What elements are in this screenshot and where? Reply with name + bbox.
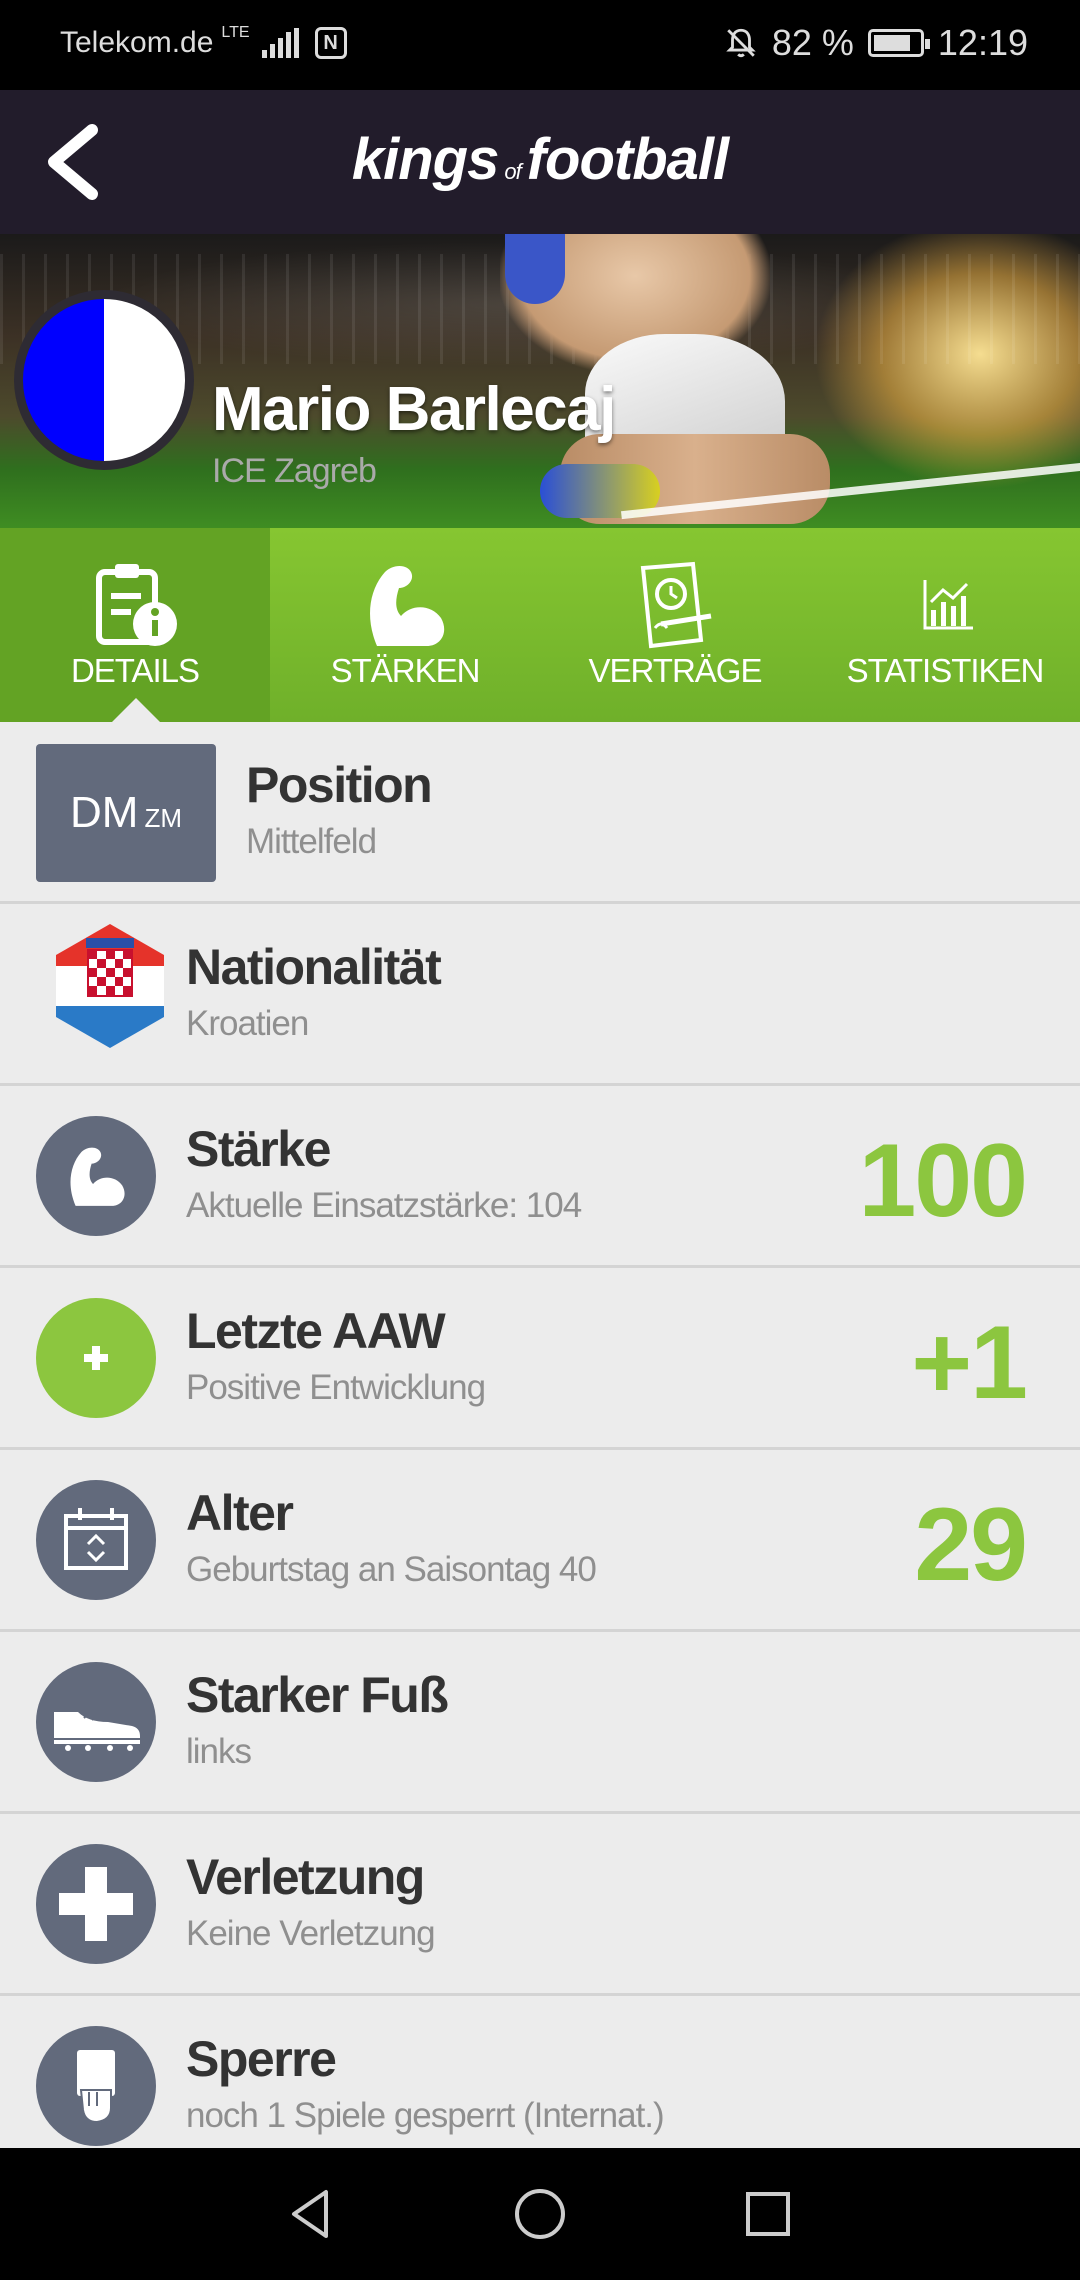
croatia-flag-icon [56, 924, 164, 1048]
list-item-age[interactable]: Alter Geburtstag an Saisontag 40 29 [0, 1450, 1080, 1632]
calendar-icon [64, 1508, 128, 1570]
battery-percent: 82 % [771, 22, 854, 63]
foot-sub: links [186, 1732, 252, 1771]
age-value: 29 [914, 1487, 1028, 1603]
aaw-sub: Positive Entwicklung [186, 1368, 486, 1407]
carrier-name: Telekom.de [60, 26, 214, 59]
tab-vertraege-label: VERTRÄGE [588, 652, 763, 689]
list-item-strength[interactable]: Stärke Aktuelle Einsatzstärke: 104 100 [0, 1086, 1080, 1268]
circle-home-icon [515, 2189, 565, 2239]
suspension-sub: noch 1 Spiele gesperrt (Internat.) [186, 2096, 665, 2135]
red-card-hand-icon [77, 2050, 115, 2124]
strength-sub: Aktuelle Einsatzstärke: 104 [186, 1186, 582, 1225]
medical-cross-icon [59, 1867, 133, 1941]
aaw-title: Letzte AAW [186, 1303, 446, 1359]
player-club[interactable]: ICE Zagreb [212, 452, 377, 491]
contract-clock-icon [640, 561, 712, 649]
clock: 12:19 [937, 22, 1028, 63]
aaw-value: +1 [911, 1305, 1028, 1421]
position-main: DM [70, 788, 139, 837]
player-name: Mario Barlecaj [212, 375, 616, 444]
tab-staerken[interactable]: STÄRKEN [270, 528, 540, 722]
app-bar: kings of football [0, 90, 1080, 234]
logo-football: football [526, 127, 729, 192]
strength-value: 100 [858, 1123, 1028, 1239]
aaw-icon-circle [36, 1298, 156, 1418]
square-recents-icon [746, 2192, 790, 2236]
list-item-position[interactable]: DM ZM Position Mittelfeld [0, 722, 1080, 904]
position-badge: DM ZM [36, 744, 216, 882]
tab-statistiken-label: STATISTIKEN [846, 652, 1045, 689]
age-icon-circle [36, 1480, 156, 1600]
status-bar: Telekom.de LTE N 82 % 12:19 [0, 0, 1080, 90]
age-sub: Geburtstag an Saisontag 40 [186, 1550, 597, 1589]
club-badge [14, 290, 194, 470]
age-title: Alter [186, 1485, 294, 1541]
logo-of: of [504, 159, 521, 184]
system-nav-bar [0, 2148, 1080, 2280]
list-item-strong-foot[interactable]: Starker Fuß links [0, 1632, 1080, 1814]
nationality-sub: Kroatien [186, 1004, 309, 1043]
active-tab-pointer [112, 698, 160, 722]
list-item-suspension[interactable]: Sperre noch 1 Spiele gesperrt (Internat.… [0, 1996, 1080, 2148]
foot-title: Starker Fuß [186, 1667, 449, 1723]
player-photo-arm [505, 234, 565, 304]
nav-back-button[interactable] [280, 2182, 344, 2246]
suspension-title: Sperre [186, 2031, 337, 2087]
status-right: 82 % 12:19 [724, 22, 1028, 64]
position-sub: Mittelfeld [246, 822, 377, 861]
list-item-nationality[interactable]: Nationalität Kroatien [0, 904, 1080, 1086]
tab-staerken-label: STÄRKEN [330, 652, 481, 689]
status-left: Telekom.de LTE N [60, 24, 347, 60]
tab-details[interactable]: DETAILS [0, 528, 270, 722]
shoe-icon [54, 1711, 140, 1751]
injury-title: Verletzung [186, 1849, 425, 1905]
triangle-back-icon [292, 2190, 328, 2238]
signal-icon [261, 28, 299, 58]
list-item-last-aaw[interactable]: Letzte AAW Positive Entwicklung +1 [0, 1268, 1080, 1450]
battery-icon [867, 29, 930, 57]
suspension-icon-circle [36, 2026, 156, 2146]
bar-chart-icon [923, 580, 973, 630]
tab-details-label: DETAILS [70, 652, 200, 689]
nfc-icon: N [314, 27, 347, 59]
bicep-icon [370, 566, 445, 646]
foot-icon-circle [36, 1662, 156, 1782]
tab-bar: DETAILS STÄRKEN VERTRÄGE STATISTIKEN [0, 528, 1080, 722]
bicep-icon [70, 1147, 125, 1206]
nav-home-button[interactable] [508, 2182, 572, 2246]
mute-bell-icon [726, 28, 756, 58]
injury-icon-circle [36, 1844, 156, 1964]
strength-icon-circle [36, 1116, 156, 1236]
nationality-title: Nationalität [186, 939, 442, 995]
details-list: DM ZM Position Mittelfeld Nationalität K… [0, 722, 1080, 2148]
nav-recents-button[interactable] [736, 2182, 800, 2246]
list-item-injury[interactable]: Verletzung Keine Verletzung [0, 1814, 1080, 1996]
position-secondary: ZM [144, 802, 182, 833]
clipboard-info-icon [96, 564, 177, 646]
injury-sub: Keine Verletzung [186, 1914, 436, 1953]
plus-icon [84, 1346, 108, 1370]
network-type: LTE [221, 24, 250, 41]
position-title: Position [246, 757, 433, 813]
tab-vertraege[interactable]: VERTRÄGE [540, 528, 810, 722]
tab-statistiken[interactable]: STATISTIKEN [810, 528, 1080, 722]
strength-title: Stärke [186, 1121, 331, 1177]
app-logo: kings of football [0, 126, 1080, 193]
logo-kings: kings [351, 127, 499, 192]
